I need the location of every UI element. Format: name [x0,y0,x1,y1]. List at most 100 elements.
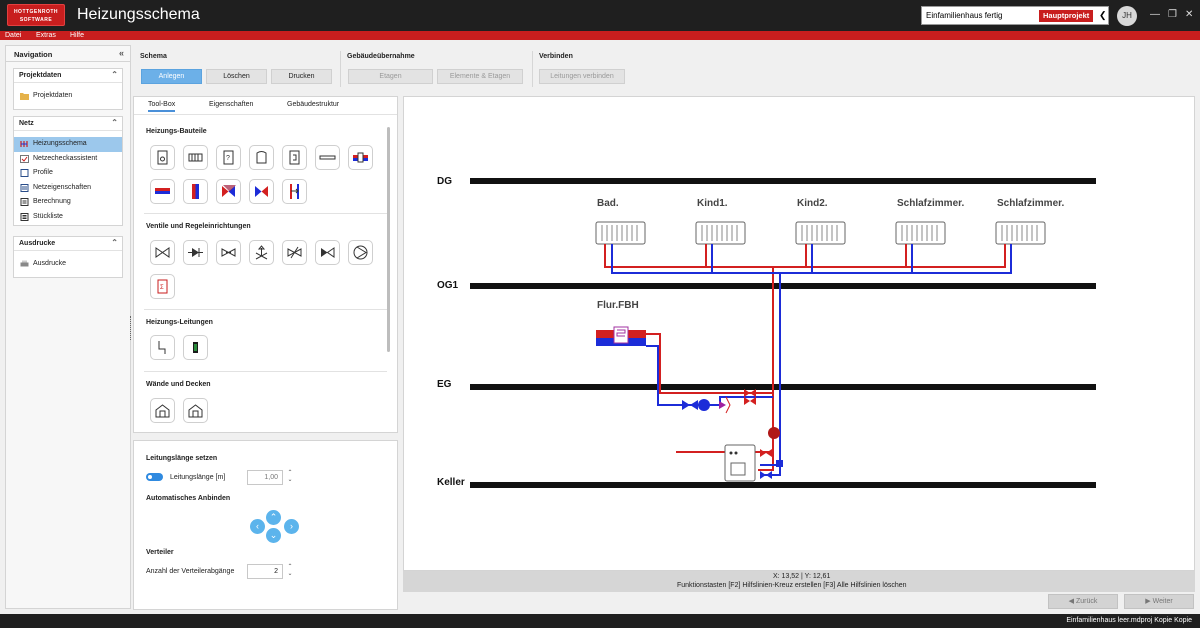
leitungslaenge-toggle[interactable] [146,473,163,481]
check-valve-icon [188,248,203,257]
pipe-segment-tool-button[interactable] [315,145,340,170]
navigation-title: Navigation [14,50,53,59]
storage-tank-tool-button[interactable] [249,145,274,170]
valve-icon[interactable] [744,397,756,405]
menu-extras[interactable]: Extras [36,31,56,40]
nav-item-heizungsschema[interactable]: Heizungsschema [14,137,122,152]
floor-heating-unit[interactable] [596,326,646,346]
maximize-icon[interactable]: ❐ [1168,9,1177,20]
drucken-button[interactable]: Drucken [271,69,332,84]
supply-pipe[interactable] [604,244,1006,471]
chevron-up-icon[interactable]: ⌃ [111,118,118,127]
radiator[interactable] [995,221,1046,245]
toolbox-scrollbar[interactable] [387,127,390,352]
user-avatar[interactable]: JH [1117,6,1137,26]
three-way-valve-icon [255,186,268,197]
tab-gebaeudestruktur[interactable]: Gebäudestruktur [287,101,339,108]
balancing-valve-tool-button[interactable] [216,240,241,265]
chevron-left-icon[interactable]: ❮ [1099,10,1107,21]
motor-valve-tool-button[interactable] [282,240,307,265]
minimize-icon[interactable]: — [1150,9,1160,20]
radiator[interactable] [695,221,746,245]
distributor-tool-button[interactable] [150,179,175,204]
radiator[interactable] [595,221,646,245]
boiler[interactable] [724,444,756,482]
radiator[interactable] [795,221,846,245]
collapse-icon[interactable]: « [119,48,124,58]
footer-bar: Einfamilienhaus leer.mdproj Kopie Kopie [0,614,1200,628]
loeschen-button[interactable]: Löschen [206,69,267,84]
anlegen-button[interactable]: Anlegen [141,69,202,84]
close-icon[interactable]: ✕ [1185,9,1193,20]
check-valve-tool-button[interactable] [183,240,208,265]
pump-icon[interactable] [698,399,710,411]
panel-resize-handle[interactable] [130,316,132,340]
mixer-tool-button[interactable] [216,179,241,204]
menu-datei[interactable]: Datei [5,31,21,40]
valve-icon[interactable] [760,449,772,457]
boiler-tool-button[interactable] [150,145,175,170]
nav-item-ausdrucke[interactable]: Ausdrucke [14,257,122,272]
counter-tool-button[interactable]: Σ [150,274,175,299]
wall-tool-button[interactable] [150,398,175,423]
leitungslaenge-input[interactable]: 1,00 [247,470,283,485]
radiator-tool-button[interactable] [183,145,208,170]
next-button[interactable]: ▶ Weiter [1124,594,1194,609]
elemente-etagen-button[interactable]: Elemente & Etagen [437,69,523,84]
gate-valve-tool-button[interactable] [315,240,340,265]
pump-icon[interactable] [768,427,780,439]
heat-pump-icon [289,150,300,165]
three-way-valve-tool-button[interactable] [249,179,274,204]
nav-item-netzecheckassistent[interactable]: Netzecheckassistent [14,152,122,167]
schema-canvas[interactable]: DG OG1 EG Keller Bad. Kind1. Kind2. Schl… [403,96,1195,571]
arrow-left-button[interactable]: ‹ [250,519,265,534]
project-selector[interactable]: Einfamilienhaus fertig Hauptprojekt ❮ [921,6,1109,25]
back-button[interactable]: ◀ Zurück [1048,594,1118,609]
valve-icon[interactable] [682,400,698,410]
arrow-up-button[interactable]: ⌃ [266,510,281,525]
leitungslaenge-stepper[interactable]: ⌃ ⌄ [285,470,295,485]
heating-schema-drawing[interactable]: DG OG1 EG Keller Bad. Kind1. Kind2. Schl… [404,97,1196,572]
arrow-down-button[interactable]: ⌄ [266,528,281,543]
pump-tool-button[interactable] [348,240,373,265]
verteiler-stepper[interactable]: ⌃ ⌄ [285,564,295,579]
house-ceiling-icon [188,404,203,418]
chevron-up-icon[interactable]: ⌃ [111,70,118,79]
floor-label-og1: OG1 [437,280,459,291]
fbh-return-pipe[interactable] [646,345,680,406]
pipe-connector-tool-button[interactable] [183,335,208,360]
vertical-distributor-tool-button[interactable] [183,179,208,204]
tab-eigenschaften[interactable]: Eigenschaften [209,101,253,108]
leitungen-verbinden-button[interactable]: Leitungen verbinden [539,69,625,84]
nav-item-label: Projektdaten [33,92,73,99]
valve-tool-button[interactable] [150,240,175,265]
ceiling-tool-button[interactable] [183,398,208,423]
etagen-button[interactable]: Etagen [348,69,433,84]
chevron-up-icon[interactable]: ⌃ [111,238,118,247]
menu-bar: Datei Extras Hilfe [0,31,1200,40]
floor-heating-tool-button[interactable] [348,145,373,170]
unknown-device-tool-button[interactable]: ? [216,145,241,170]
nav-item-stueckliste[interactable]: Stückliste [14,210,122,225]
pipe-route-tool-button[interactable] [150,335,175,360]
valve-icon[interactable] [760,471,772,479]
nav-item-profile[interactable]: Profile [14,166,122,181]
return-pipe[interactable] [611,244,1012,476]
thermostatic-valve-tool-button[interactable] [249,240,274,265]
arrow-right-button[interactable]: › [284,519,299,534]
nav-item-projektdaten[interactable]: Projektdaten [14,89,122,104]
tab-toolbox[interactable]: Tool-Box [148,101,176,112]
mixer-valve-icon[interactable] [719,401,726,409]
nav-item-netzeigenschaften[interactable]: Netzeigenschaften [14,181,122,196]
pipe-connector-icon[interactable] [776,460,783,467]
radiator[interactable] [895,221,946,245]
mixer-valve-icon[interactable] [725,396,731,414]
bypass-tool-button[interactable] [282,179,307,204]
verteiler-input[interactable]: 2 [247,564,283,579]
valve-icon[interactable] [744,389,756,397]
nav-item-berechnung[interactable]: Berechnung [14,195,122,210]
heat-pump-tool-button[interactable] [282,145,307,170]
function-keys-hint: Funktionstasten [F2] Hilfslinien-Kreuz e… [677,582,907,589]
list-icon [20,212,29,221]
menu-hilfe[interactable]: Hilfe [70,31,84,40]
